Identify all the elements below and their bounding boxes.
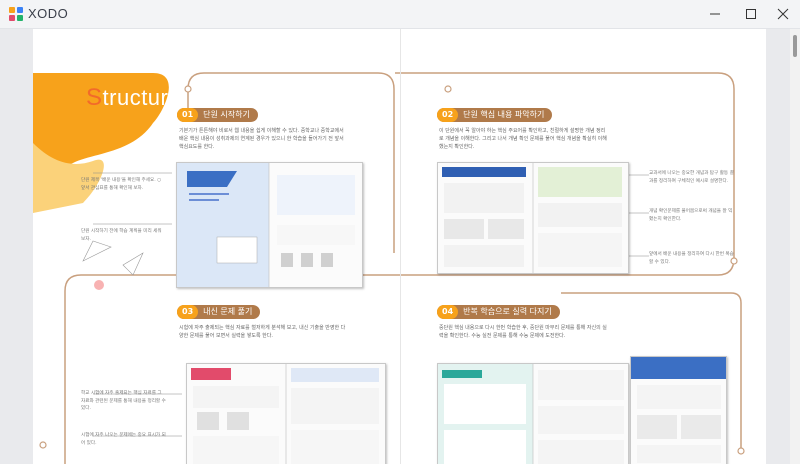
section-03-note-1: 학교 시험에 자주 출제되는 핵심 자료를 그 자료와 관련된 문제를 통해 내… <box>81 391 166 411</box>
section-02-note-1: 교과서에 나오는 중요한 개념과 탐구 활동 결과를 정리하여 구체적인 예시로… <box>649 171 734 184</box>
section-02-body: 이 단원에서 꼭 알아야 하는 핵심 주요어를 확인하고, 친절하게 설명한 개… <box>439 128 607 150</box>
scrollbar-thumb[interactable] <box>793 35 797 57</box>
app-name: XODO <box>28 6 69 21</box>
section-04-page-content-1 <box>438 364 624 464</box>
section-04-body: 중단원 핵심 내용으로 다시 한번 학습한 후, 중단원 마무리 문제를 통해 … <box>439 325 607 339</box>
section-01-sample-pages <box>176 162 363 288</box>
section-01-body: 기본기가 튼튼해야 비로서 웹 내용을 쉽게 이해할 수 있다. 중학교나 중학… <box>179 128 344 150</box>
page-gutter <box>400 29 401 464</box>
maximize-icon[interactable] <box>740 4 762 24</box>
xodo-logo-icon <box>9 7 23 21</box>
section-02-page-content <box>442 163 622 273</box>
section-02-sample-pages <box>437 162 629 274</box>
section-04-sample-pages-1 <box>437 363 629 464</box>
window-titlebar: XODO <box>0 0 800 29</box>
section-02-note-2: 개념 확인문제를 풀어봄으로써 개념을 잘 익혔는지 확인한다. <box>649 209 733 222</box>
section-01-note-2: 단원 시작하기 전에 학습 계획을 미리 세워 보자. <box>81 229 162 242</box>
section-03-body: 시험에 자주 출제되는 핵심 자료를 철저하게 분석해 보고, 내신 기출을 반… <box>179 325 346 339</box>
page-title: Structure <box>86 84 182 111</box>
section-04-page-content-2 <box>631 357 726 463</box>
section-03-heading: 03 내신 문제 풀기 <box>177 305 261 319</box>
vertical-scrollbar[interactable] <box>790 29 800 464</box>
section-03-note-2: 시험에 자주 나오는 문제에는 중요 표시가 되어 있다. <box>81 433 166 446</box>
section-04-heading: 04 반복 학습으로 실력 다지기 <box>437 305 560 319</box>
close-icon[interactable] <box>772 4 794 24</box>
document-viewer[interactable]: Structure 01 단원 시작하기 기본기가 튼튼해야 비로서 웹 내용을 … <box>0 29 790 464</box>
minimize-icon[interactable] <box>704 4 726 24</box>
section-03-page-content <box>191 364 379 464</box>
section-02-heading: 02 단원 핵심 내용 파악하기 <box>437 108 553 122</box>
section-01-heading: 01 단원 시작하기 <box>177 108 258 122</box>
section-03-sample-pages <box>186 363 386 464</box>
section-01-page-content <box>177 163 355 287</box>
section-01-note-1: 단원 제목 '배운 내용'을 확인해 주세요. ○ 앞서 관심표를 통해 확인해… <box>81 178 162 191</box>
section-04-sample-pages-2 <box>630 356 727 464</box>
document-page-spread: Structure 01 단원 시작하기 기본기가 튼튼해야 비로서 웹 내용을 … <box>33 29 766 464</box>
section-02-note-3: 앞에서 배운 내용을 정리하여 다시 한번 복습할 수 있다. <box>649 252 734 265</box>
